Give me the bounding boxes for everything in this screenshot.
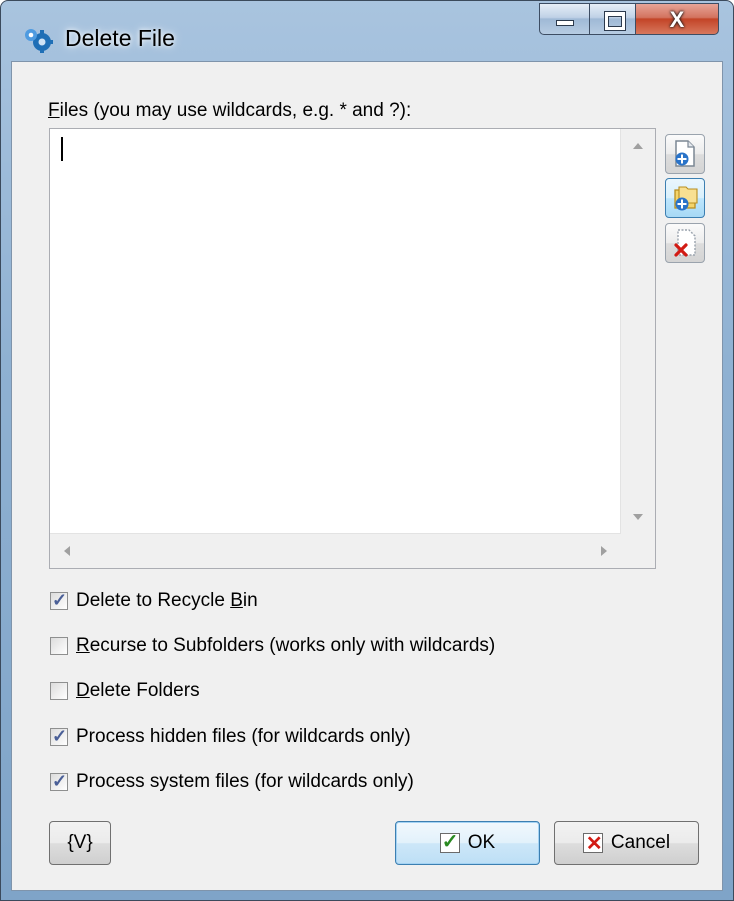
dialog-window: Delete File X Files (you may use wildcar… — [0, 0, 734, 901]
option-delete-folders[interactable]: Delete Folders — [50, 678, 200, 704]
maximize-button[interactable] — [589, 3, 635, 35]
label-delete-to-recycle-bin: Delete to Recycle Bin — [76, 590, 258, 612]
label-delete-folders: Delete Folders — [76, 680, 200, 702]
label-hotkey: R — [76, 635, 90, 656]
label-hotkey: D — [76, 680, 90, 701]
checkbox-recurse-subfolders[interactable] — [50, 637, 68, 655]
scroll-right-arrow-icon[interactable] — [601, 546, 607, 556]
scroll-up-arrow-icon[interactable] — [633, 143, 643, 149]
label-process-system-files: Process system files (for wildcards only… — [76, 771, 414, 792]
files-label-text: iles (you may use wildcards, e.g. * and … — [59, 100, 412, 121]
add-folder-button[interactable] — [665, 178, 705, 218]
close-icon: X — [669, 7, 685, 32]
cancel-button-label: Cancel — [610, 832, 671, 853]
scroll-down-arrow-icon[interactable] — [633, 514, 643, 520]
label-process-hidden-files: Process hidden files (for wildcards only… — [76, 726, 411, 747]
add-file-icon — [675, 140, 695, 167]
option-delete-to-recycle-bin[interactable]: ✓ Delete to Recycle Bin — [50, 588, 258, 614]
check-icon: ✓ — [439, 831, 460, 853]
ok-button[interactable]: ✓ OK — [395, 821, 540, 865]
option-process-hidden-files[interactable]: ✓ Process hidden files (for wildcards on… — [50, 724, 411, 750]
minimize-icon — [557, 21, 573, 25]
caption-buttons: X — [539, 3, 719, 35]
checkmark-icon: ✓ — [52, 726, 68, 746]
label-text: in — [242, 590, 258, 611]
remove-item-icon — [674, 229, 696, 257]
maximize-icon — [605, 12, 625, 30]
scroll-left-arrow-icon[interactable] — [64, 546, 70, 556]
files-textarea[interactable] — [49, 128, 656, 569]
horizontal-scrollbar[interactable] — [50, 533, 621, 568]
label-hotkey: B — [230, 590, 243, 611]
add-file-button[interactable] — [665, 134, 705, 174]
add-folder-icon — [674, 186, 698, 211]
files-label-hotkey: F — [48, 100, 60, 121]
label-text: elete Folders — [89, 680, 200, 701]
vertical-scrollbar[interactable] — [620, 129, 655, 534]
option-process-system-files[interactable]: ✓ Process system files (for wildcards on… — [50, 769, 414, 795]
checkmark-icon: ✓ — [52, 771, 68, 791]
scrollbar-corner — [621, 534, 655, 568]
checkbox-delete-to-recycle-bin[interactable]: ✓ — [50, 590, 68, 610]
window-title: Delete File — [65, 25, 175, 51]
cancel-button[interactable]: ✕ Cancel — [554, 821, 699, 865]
minimize-button[interactable] — [539, 3, 589, 35]
option-recurse-subfolders[interactable]: Recurse to Subfolders (works only with w… — [50, 633, 495, 659]
checkbox-delete-folders[interactable] — [50, 682, 68, 700]
variables-button[interactable]: {V} — [49, 821, 111, 865]
checkmark-icon: ✓ — [52, 590, 68, 610]
checkbox-process-system-files[interactable]: ✓ — [50, 771, 68, 791]
text-caret — [61, 137, 63, 161]
cancel-x-icon: ✕ — [582, 833, 603, 855]
files-label: Files (you may use wildcards, e.g. * and… — [48, 100, 411, 122]
label-text: ecurse to Subfolders (works only with wi… — [89, 635, 496, 656]
app-gears-icon — [25, 29, 53, 53]
label-text: Delete to Recycle — [76, 590, 231, 611]
variables-button-label: {V} — [67, 832, 93, 853]
close-button[interactable]: X — [635, 3, 719, 35]
dialog-client-area: Files (you may use wildcards, e.g. * and… — [11, 61, 723, 891]
checkbox-process-hidden-files[interactable]: ✓ — [50, 726, 68, 746]
title-bar[interactable]: Delete File X — [1, 1, 733, 61]
label-recurse-subfolders: Recurse to Subfolders (works only with w… — [76, 635, 495, 657]
remove-item-button[interactable] — [665, 223, 705, 263]
ok-button-label: OK — [467, 832, 496, 853]
